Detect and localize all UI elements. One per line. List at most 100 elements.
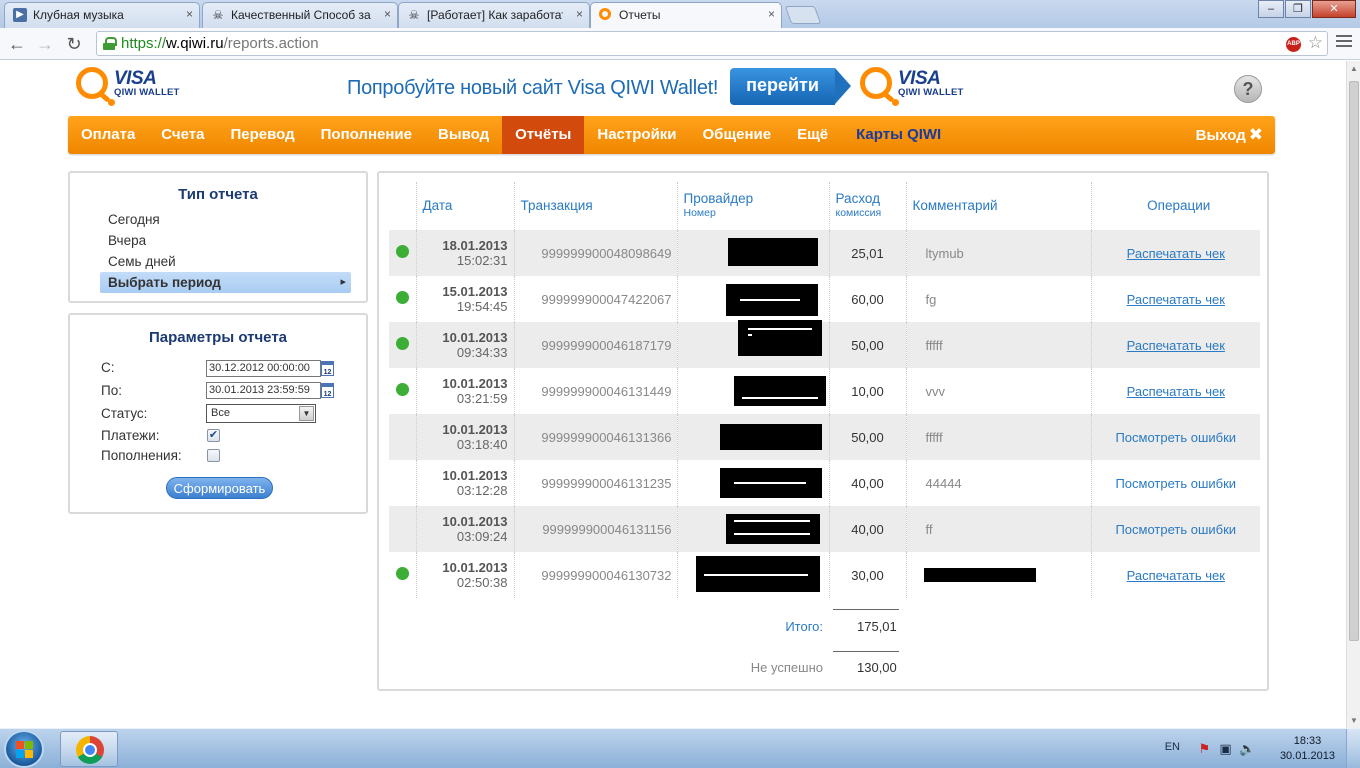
menu-item-topup[interactable]: Пополнение bbox=[308, 116, 425, 154]
help-button[interactable]: ? bbox=[1234, 75, 1262, 103]
report-type-week[interactable]: Семь дней bbox=[70, 251, 366, 272]
print-receipt-link[interactable]: Распечатать чек bbox=[1091, 230, 1260, 276]
header-provider-sub: Номер bbox=[683, 207, 716, 219]
minimize-button[interactable]: – bbox=[1258, 0, 1284, 18]
redaction-block bbox=[719, 468, 822, 498]
menu-item-transfer[interactable]: Перевод bbox=[217, 116, 307, 154]
print-receipt-link[interactable]: Распечатать чек bbox=[1091, 552, 1260, 598]
close-icon[interactable]: × bbox=[384, 7, 391, 21]
show-desktop-button[interactable] bbox=[1346, 729, 1360, 768]
menu-item-communication[interactable]: Общение bbox=[690, 116, 785, 154]
browser-tab-4[interactable]: Отчеты × bbox=[590, 2, 782, 29]
language-indicator[interactable]: EN bbox=[1165, 741, 1180, 753]
row-date: 10.01.2013 bbox=[442, 422, 508, 437]
provider-cell bbox=[677, 414, 830, 460]
view-errors-link[interactable]: Посмотреть ошибки bbox=[1091, 506, 1260, 552]
report-params-title: Параметры отчета bbox=[148, 329, 288, 346]
row-time: 09:34:33 bbox=[456, 345, 508, 360]
volume-icon[interactable]: 🔈 bbox=[1239, 741, 1255, 756]
amount-cell: 50,00 bbox=[829, 322, 907, 368]
to-label: По: bbox=[101, 383, 122, 398]
redaction-block bbox=[695, 556, 820, 592]
amount-cell: 10,00 bbox=[829, 368, 907, 414]
payments-checkbox[interactable]: ✔ bbox=[207, 429, 220, 442]
menu-item-settings[interactable]: Настройки bbox=[584, 116, 689, 154]
row-comment: vvv bbox=[925, 383, 946, 399]
forward-icon[interactable]: → bbox=[34, 33, 56, 55]
menu-item-reports[interactable]: Отчёты bbox=[502, 116, 585, 154]
from-label: С: bbox=[101, 360, 115, 375]
print-receipt-link[interactable]: Распечатать чек bbox=[1091, 322, 1260, 368]
view-errors-link[interactable]: Посмотреть ошибки bbox=[1091, 414, 1260, 460]
back-icon[interactable]: ← bbox=[6, 33, 28, 55]
taskbar-chrome-button[interactable] bbox=[60, 731, 118, 767]
promo-go-button[interactable]: перейти bbox=[730, 68, 851, 105]
logout-label: Выход bbox=[1195, 127, 1246, 144]
page-scrollbar[interactable]: ▲ ▼ bbox=[1346, 61, 1360, 728]
row-date: 10.01.2013 bbox=[442, 376, 508, 391]
menu-item-bills[interactable]: Счета bbox=[148, 116, 217, 154]
flag-alert-icon[interactable]: ⚑ bbox=[1197, 741, 1212, 756]
qiwi-logo[interactable]: VISA QIWI WALLET bbox=[76, 67, 180, 106]
comment-cell: fffff bbox=[906, 414, 1092, 460]
topups-checkbox[interactable] bbox=[207, 449, 220, 462]
new-tab-button[interactable] bbox=[784, 6, 822, 24]
scroll-up-icon[interactable]: ▲ bbox=[1350, 64, 1358, 73]
logo-wallet: QIWI WALLET bbox=[114, 86, 180, 98]
report-type-today[interactable]: Сегодня bbox=[70, 209, 366, 230]
play-icon: ▶ bbox=[13, 8, 27, 22]
menu-item-payment[interactable]: Оплата bbox=[68, 116, 148, 154]
report-type-yesterday[interactable]: Вчера bbox=[70, 230, 366, 251]
logout-button[interactable]: Выход ✖ bbox=[1196, 116, 1263, 154]
header-expense[interactable]: Расход комиссия bbox=[829, 182, 907, 230]
browser-tab-1[interactable]: ▶ Клубная музыка × bbox=[4, 2, 200, 28]
total-value: 175,01 bbox=[857, 619, 897, 634]
window-close-button[interactable]: ✕ bbox=[1312, 0, 1356, 18]
to-date-input[interactable]: 30.01.2013 23:59:59 bbox=[206, 382, 321, 399]
comment-cell: vvv bbox=[906, 368, 1092, 414]
calendar-icon[interactable]: 12 bbox=[321, 383, 334, 398]
calendar-icon[interactable]: 12 bbox=[321, 361, 334, 376]
table-row: 10.01.2013 09:34:33 999999900046187179 50,0… bbox=[389, 320, 1260, 368]
header-provider[interactable]: Провайдер Номер bbox=[677, 182, 830, 230]
scroll-down-icon[interactable]: ▼ bbox=[1350, 716, 1358, 725]
provider-cell bbox=[677, 506, 830, 552]
header-transaction[interactable]: Транзакция bbox=[514, 182, 678, 230]
close-icon[interactable]: × bbox=[576, 7, 583, 21]
close-icon[interactable]: × bbox=[186, 7, 193, 21]
adblock-icon[interactable]: ABP bbox=[1286, 37, 1301, 52]
redaction-block bbox=[725, 514, 820, 544]
browser-tab-2[interactable]: ☠ Качественный Способ за × bbox=[202, 2, 398, 28]
window-controls: – ❐ ✕ bbox=[1257, 0, 1356, 18]
browser-menu-icon[interactable] bbox=[1336, 35, 1352, 50]
from-date-input[interactable]: 30.12.2012 00:00:00 bbox=[206, 360, 321, 377]
menu-item-withdraw[interactable]: Вывод bbox=[425, 116, 502, 154]
print-receipt-link[interactable]: Распечатать чек bbox=[1091, 368, 1260, 414]
status-select[interactable]: Все ▼ bbox=[206, 404, 316, 423]
close-icon[interactable]: × bbox=[768, 7, 775, 21]
redaction-block bbox=[923, 568, 1036, 582]
view-errors-link[interactable]: Посмотреть ошибки bbox=[1091, 460, 1260, 506]
failed-label: Не успешно bbox=[750, 660, 823, 675]
browser-tab-3[interactable]: ☠ [Работает] Как заработат × bbox=[398, 2, 590, 28]
header-date[interactable]: Дата bbox=[416, 182, 515, 230]
menu-item-qiwi-cards[interactable]: Карты QIWI bbox=[843, 116, 954, 154]
network-icon[interactable]: ▣ bbox=[1218, 741, 1233, 756]
generate-report-button[interactable]: Сформировать bbox=[166, 477, 273, 499]
start-button[interactable] bbox=[4, 730, 44, 768]
table-row: 15.01.2013 19:54:45 999999900047422067 60,0… bbox=[389, 276, 1260, 322]
scrollbar-thumb[interactable] bbox=[1349, 81, 1359, 641]
bookmark-star-icon[interactable]: ☆ bbox=[1308, 33, 1323, 53]
reload-icon[interactable]: ↻ bbox=[63, 33, 85, 55]
report-type-period[interactable]: Выбрать период bbox=[100, 272, 351, 293]
system-clock[interactable]: 18:33 30.01.2013 bbox=[1280, 734, 1335, 764]
date-cell: 10.01.2013 03:21:59 bbox=[416, 368, 515, 414]
row-comment: fffff bbox=[925, 429, 943, 445]
address-bar[interactable]: https://w.qiwi.ru/reports.action ABP ☆ bbox=[96, 31, 1328, 56]
provider-cell bbox=[677, 368, 830, 414]
header-comment[interactable]: Комментарий bbox=[906, 182, 1092, 230]
print-receipt-link[interactable]: Распечатать чек bbox=[1091, 276, 1260, 322]
maximize-button[interactable]: ❐ bbox=[1285, 0, 1311, 18]
menu-item-more[interactable]: Ещё bbox=[784, 116, 841, 154]
report-type-panel: Тип отчета Сегодня Вчера Семь дней Выбра… bbox=[68, 171, 368, 303]
